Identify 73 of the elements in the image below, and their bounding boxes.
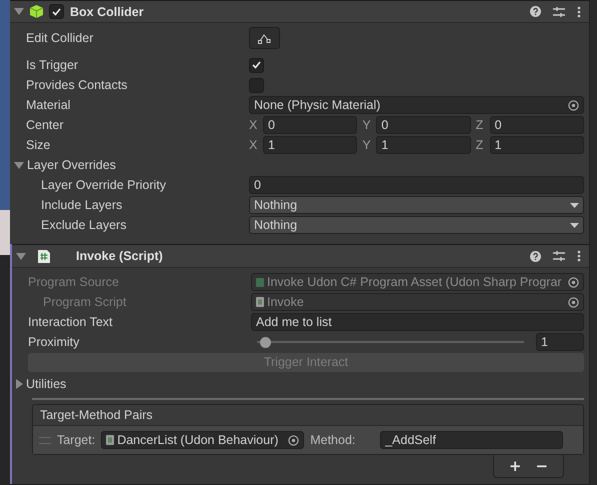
- field-label: Center: [26, 118, 65, 132]
- number-field[interactable]: 1: [536, 333, 584, 351]
- field-label: Exclude Layers: [40, 218, 128, 232]
- more-options-icon[interactable]: [577, 6, 582, 18]
- checkbox[interactable]: [248, 78, 264, 92]
- program-asset-icon: [256, 278, 264, 286]
- script-file-icon: [256, 297, 264, 307]
- axis-label: Z: [476, 118, 484, 132]
- list-item[interactable]: Target: DancerList (Udon Behaviour) Method: _AddSelf: [32, 426, 584, 454]
- field-label: Include Layers: [40, 198, 124, 212]
- text-field[interactable]: Add me to list: [250, 313, 584, 331]
- caret-icon: [570, 202, 580, 208]
- axis-label: X: [248, 138, 258, 152]
- foldout-label[interactable]: Layer Overrides: [26, 158, 227, 172]
- expand-arrow-icon[interactable]: [14, 8, 24, 15]
- field-label: Size: [26, 138, 52, 152]
- scrollbar[interactable]: [589, 0, 597, 485]
- axis-label: Y: [362, 138, 372, 152]
- field-label: Layer Override Priority: [40, 178, 168, 192]
- component-header[interactable]: Invoke (Script): [12, 244, 590, 268]
- number-field[interactable]: 1: [262, 136, 358, 154]
- field-label: Program Source: [28, 275, 120, 289]
- foldout-label[interactable]: Utilities: [26, 377, 226, 391]
- axis-label: Z: [476, 138, 484, 152]
- number-field[interactable]: 0: [490, 116, 584, 134]
- add-button[interactable]: +: [504, 457, 526, 475]
- axis-label: Y: [362, 118, 372, 132]
- component-title: Invoke (Script): [76, 249, 164, 263]
- target-icon[interactable]: [568, 100, 580, 110]
- enable-checkbox[interactable]: [48, 4, 64, 19]
- number-field[interactable]: 0: [262, 116, 358, 134]
- script-icon: [38, 250, 50, 262]
- target-label: Target:: [56, 433, 96, 447]
- checkbox[interactable]: [248, 58, 264, 72]
- expand-arrow-icon[interactable]: [16, 252, 26, 260]
- component-title: Box Collider: [70, 4, 145, 18]
- settings-sliders-icon[interactable]: [553, 6, 566, 18]
- layer-dropdown[interactable]: Nothing: [248, 196, 584, 214]
- layer-dropdown[interactable]: Nothing: [248, 216, 584, 234]
- number-field[interactable]: 0: [376, 116, 471, 134]
- cube-icon: [30, 5, 43, 18]
- more-options-icon[interactable]: [577, 250, 582, 262]
- field-label: Program Script: [42, 295, 128, 309]
- component-header[interactable]: Box Collider: [10, 0, 590, 23]
- field-label: Provides Contacts: [26, 78, 128, 92]
- slider-thumb[interactable]: [260, 336, 271, 348]
- field-label: Proximity: [28, 335, 80, 349]
- number-field[interactable]: 1: [376, 136, 471, 154]
- number-field[interactable]: 0: [248, 176, 584, 194]
- axis-label: X: [248, 118, 258, 132]
- checkmark-icon: [52, 8, 61, 16]
- remove-button[interactable]: −: [530, 457, 554, 475]
- target-icon[interactable]: [288, 434, 300, 446]
- text-field[interactable]: _AddSelf: [380, 431, 564, 449]
- field-label: Interaction Text: [28, 315, 114, 329]
- drag-handle-icon[interactable]: [38, 436, 51, 444]
- help-icon[interactable]: [530, 6, 542, 17]
- checkmark-icon: [252, 61, 261, 69]
- object-field[interactable]: None (Physic Material): [248, 96, 584, 114]
- field-label: Edit Collider: [26, 31, 94, 45]
- method-label: Method:: [310, 433, 356, 447]
- field-label: Material: [26, 98, 72, 112]
- edit-collider-button[interactable]: [248, 27, 280, 49]
- foldout-arrow-icon[interactable]: [14, 162, 24, 168]
- number-field[interactable]: 1: [490, 136, 584, 154]
- help-icon[interactable]: [530, 250, 542, 262]
- field-label: Is Trigger: [26, 58, 80, 72]
- polygon-edit-icon: [258, 32, 271, 44]
- foldout-arrow-icon[interactable]: [16, 379, 23, 389]
- script-file-icon: [106, 435, 114, 445]
- caret-icon: [570, 222, 580, 228]
- settings-sliders-icon[interactable]: [553, 250, 566, 262]
- object-field[interactable]: DancerList (Udon Behaviour): [101, 431, 304, 449]
